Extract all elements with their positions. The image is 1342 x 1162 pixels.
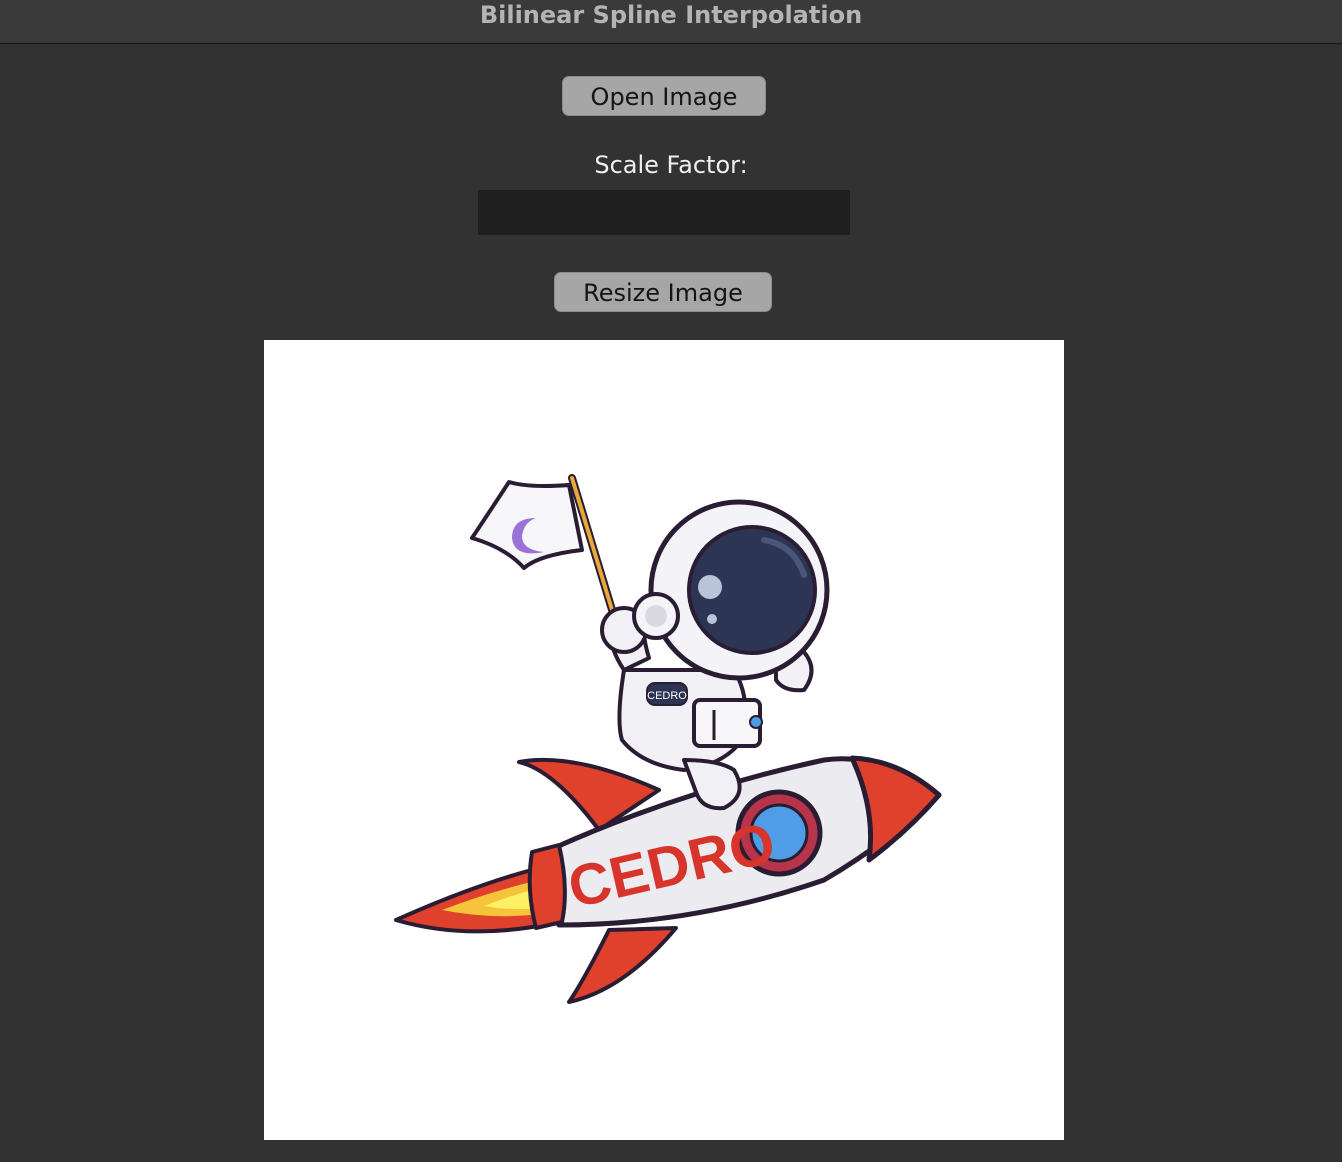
flag [470, 480, 584, 570]
suit-badge: CEDRO [647, 690, 687, 702]
window-title: Bilinear Spline Interpolation [479, 1, 863, 29]
scale-factor-input[interactable] [478, 190, 850, 235]
open-image-button[interactable]: Open Image [562, 76, 766, 116]
scale-factor-label: Scale Factor: [594, 151, 748, 179]
image-canvas: CEDRO CEDRO [264, 340, 1064, 1140]
resize-image-button[interactable]: Resize Image [554, 272, 772, 312]
title-bar[interactable]: Bilinear Spline Interpolation [0, 0, 1342, 44]
astronaut-rocket-image: CEDRO CEDRO [394, 474, 942, 1004]
app-window: Bilinear Spline Interpolation Open Image… [0, 0, 1342, 1162]
rocket-fin-bottom [567, 926, 678, 1004]
